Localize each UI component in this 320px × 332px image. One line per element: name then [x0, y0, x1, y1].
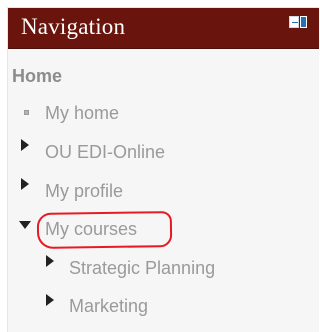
nav-item-ou-edi-online[interactable]: OU EDI-Online	[45, 140, 165, 164]
course-item-marketing[interactable]: Marketing	[69, 294, 148, 318]
nav-item-my-profile[interactable]: My profile	[45, 179, 123, 203]
nav-home-link[interactable]: Home	[12, 64, 62, 88]
bullet-icon	[24, 110, 29, 115]
nav-item-my-home[interactable]: My home	[45, 101, 119, 125]
nav-item-my-courses[interactable]: My courses	[45, 217, 137, 241]
navigation-block: Navigation	[7, 7, 319, 332]
block-title: Navigation	[21, 14, 126, 39]
dock-icon[interactable]	[289, 16, 299, 28]
block-header: Navigation	[8, 8, 319, 49]
expand-arrow-icon[interactable]	[46, 294, 54, 306]
collapse-arrow-icon[interactable]	[19, 221, 31, 229]
expand-arrow-icon[interactable]	[21, 139, 29, 151]
hide-block-icon[interactable]	[300, 16, 307, 28]
expand-arrow-icon[interactable]	[21, 178, 29, 190]
course-item-strategic-planning[interactable]: Strategic Planning	[69, 256, 215, 280]
expand-arrow-icon[interactable]	[46, 255, 54, 267]
